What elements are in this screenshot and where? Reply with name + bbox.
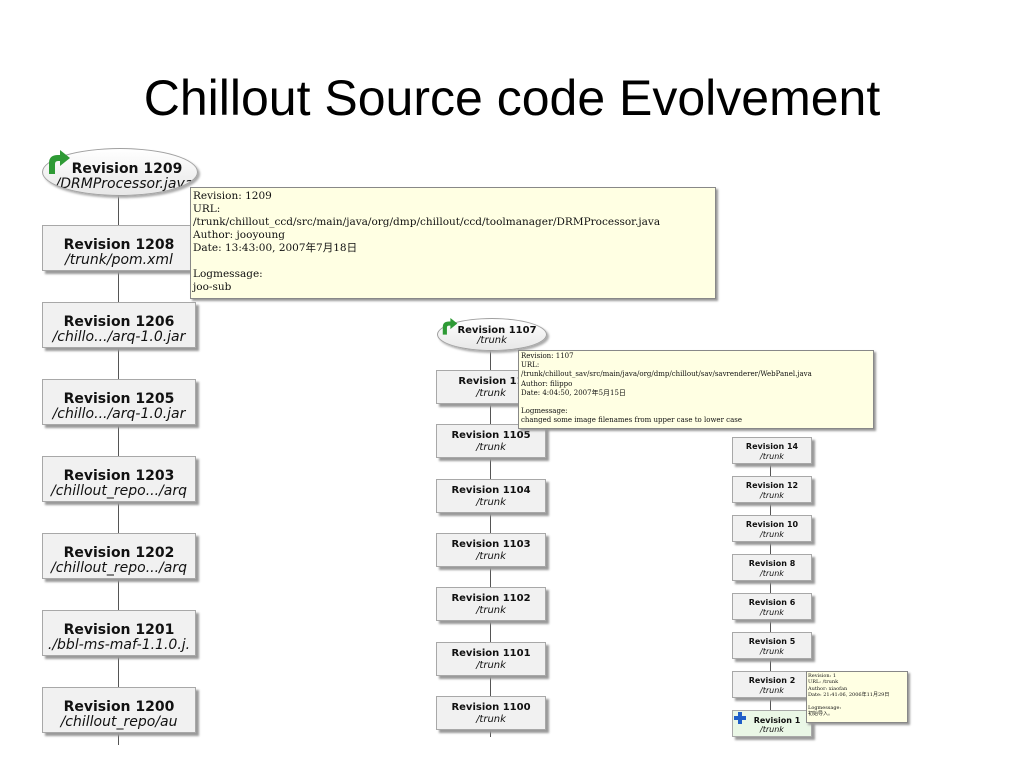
revision-label: Revision 1201 [63,622,175,638]
revision-label: Revision 5 [748,637,796,646]
left-revision-node[interactable]: Revision 1205/chillo.../arq-1.0.jar [42,379,196,425]
left-revision-node[interactable]: Revision 1200/chillout_repo/au [42,687,196,733]
revision-path: /chillout_repo/au [60,714,178,730]
right-first-path: /trunk [760,725,784,734]
revision-path: ./bbl-ms-maf-1.1.0.j. [47,637,191,653]
revision-path: /chillo.../arq-1.0.jar [52,329,186,345]
revision-label: Revision 1102 [451,593,531,605]
revision-path: /trunk [476,442,506,454]
left-revision-node[interactable]: Revision 1202/chillout_repo.../arq [42,533,196,579]
right-revision-tooltip: Revision: 1 URL: /trunk Author: xiaofan … [806,671,908,723]
tooltip-line: /trunk/chillout_sav/src/main/java/org/dm… [521,370,812,379]
middle-revision-node[interactable]: Revision 1103/trunk [436,532,546,567]
revision-path: /trunk [760,608,784,617]
revision-path: /trunk [476,550,506,562]
head-arrow-icon [49,150,70,174]
revision-path: /trunk [476,713,506,725]
tooltip-line [193,255,713,268]
revision-path: /trunk [760,452,784,461]
middle-revision-node[interactable]: Revision 1104/trunk [436,478,546,513]
revision-path: /trunk [760,686,784,695]
tooltip-line: Revision: 1209 [193,190,272,202]
revision-label: Revision 10 [745,520,799,529]
tooltip-line: Author: filippo [521,379,573,388]
revision-path: /trunk [476,605,506,617]
right-revision-node[interactable]: Revision 8/trunk [732,554,812,581]
revision-path: /chillout_repo.../arq [51,483,187,499]
revision-path: /trunk [760,569,784,578]
revision-label: Revision 1104 [451,484,531,496]
middle-revision-node[interactable]: Revision 1102/trunk [436,587,546,622]
revision-label: Revision 1208 [63,237,175,253]
tooltip-line: Author: jooyoung [193,229,285,241]
revision-label: Revision 8 [748,559,796,568]
slide-title: Chillout Source code Evolvement [143,70,881,126]
right-revision-node[interactable]: Revision 5/trunk [732,632,812,659]
tooltip-line: joo-sub [193,281,232,293]
revision-path: /trunk [760,491,784,500]
tooltip-line [521,398,871,407]
tooltip-line: URL: [193,203,221,215]
middle-revision-node[interactable]: Revision 1101/trunk [436,641,546,676]
revision-path: /trunk/pom.xml [65,252,173,268]
revision-label: Revision 1200 [63,699,175,715]
revision-label: Revision 1100 [451,701,531,713]
revision-label: Revision 6 [748,598,796,607]
left-revision-node[interactable]: Revision 1203/chillout_repo.../arq [42,456,196,502]
left-revision-tooltip: Revision: 1209 URL: /trunk/chillout_ccd/… [190,187,716,299]
revision-label: Revision 1202 [63,545,175,561]
left-revision-node[interactable]: Revision 1206/chillo.../arq-1.0.jar [42,302,196,348]
revision-label: Revision 1203 [63,468,175,484]
right-revision-node[interactable]: Revision 14/trunk [732,437,812,464]
revision-path: /trunk [476,496,506,508]
tooltip-line: Revision: 1107 [521,352,574,360]
revision-path: /chillout_repo.../arq [51,560,187,576]
middle-revision-node[interactable]: Revision 1105/trunk [436,424,546,459]
plus-icon [734,712,746,724]
tooltip-line: 初始导入。 [808,711,834,718]
right-revision-node[interactable]: Revision 6/trunk [732,593,812,620]
tooltip-line: Date: 13:43:00, 2007年7月18日 [193,242,358,254]
tooltip-line: Date: 4:04:50, 2007年5月15日 [521,388,626,397]
tooltip-line: changed some image filenames from upper … [521,416,742,425]
revision-path: /trunk [760,647,784,656]
revision-label: Revision 12 [745,481,799,490]
revision-label: Revision 1205 [63,391,175,407]
tooltip-line: Logmessage: [193,268,263,280]
revision-label: Revision 2 [748,676,796,685]
tooltip-line: Logmessage: [521,407,568,416]
revision-label: Revision 1103 [451,538,531,550]
left-revision-node[interactable]: Revision 1201 ./bbl-ms-maf-1.1.0.j. [42,610,196,656]
revision-path: /chillo.../arq-1.0.jar [52,406,186,422]
head-arrow-icon [442,318,458,335]
right-revision-node[interactable]: Revision 12/trunk [732,476,812,503]
middle-head-path: /trunk [477,335,507,346]
tooltip-line: URL: [521,361,540,370]
revision-label: Revision 14 [745,442,799,451]
left-head-path: ../DRMProcessor.java [46,176,194,192]
revision-path: /trunk [476,659,506,671]
tooltip-line: /trunk/chillout_ccd/src/main/java/org/dm… [193,216,661,228]
left-revision-node[interactable]: Revision 1208/trunk/pom.xml [42,225,196,271]
middle-revision-tooltip: Revision: 1107 URL: /trunk/chillout_sav/… [518,350,874,429]
revision-label: Revision 1206 [63,314,175,330]
revision-label: Revision 1101 [451,647,531,659]
right-revision-node[interactable]: Revision 2/trunk [732,671,812,698]
revision-label: Revision 1105 [451,430,531,442]
revision-path: /trunk [760,530,784,539]
right-revision-node[interactable]: Revision 10/trunk [732,515,812,542]
middle-revision-node[interactable]: Revision 1100/trunk [436,695,546,730]
